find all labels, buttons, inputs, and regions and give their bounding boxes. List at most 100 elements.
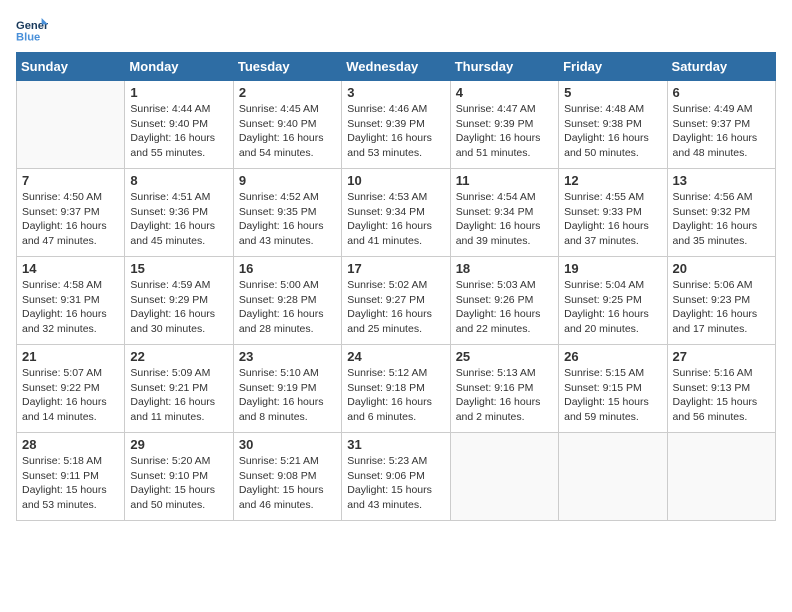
day-number: 10 [347, 173, 444, 188]
calendar-cell [559, 433, 667, 521]
day-number: 27 [673, 349, 770, 364]
day-number: 2 [239, 85, 336, 100]
calendar-header: SundayMondayTuesdayWednesdayThursdayFrid… [17, 53, 776, 81]
day-number: 12 [564, 173, 661, 188]
day-number: 16 [239, 261, 336, 276]
day-info: Sunrise: 5:13 AMSunset: 9:16 PMDaylight:… [456, 366, 553, 425]
day-info: Sunrise: 4:58 AMSunset: 9:31 PMDaylight:… [22, 278, 119, 337]
calendar-cell: 13Sunrise: 4:56 AMSunset: 9:32 PMDayligh… [667, 169, 775, 257]
calendar-cell: 5 Sunrise: 4:48 AMSunset: 9:38 PMDaylight… [559, 81, 667, 169]
calendar-cell: 26Sunrise: 5:15 AMSunset: 9:15 PMDayligh… [559, 345, 667, 433]
day-info: Sunrise: 5:16 AMSunset: 9:13 PMDaylight:… [673, 366, 770, 425]
calendar-cell: 29 Sunrise: 5:20 AMSunset: 9:10 PMDayligh… [125, 433, 233, 521]
weekday-tuesday: Tuesday [233, 53, 341, 81]
day-info: Sunrise: 5:03 AMSunset: 9:26 PMDaylight:… [456, 278, 553, 337]
day-number: 19 [564, 261, 661, 276]
day-info: Sunrise: 5:02 AMSunset: 9:27 PMDaylight:… [347, 278, 444, 337]
calendar-cell: 7 Sunrise: 4:50 AMSunset: 9:37 PMDaylight… [17, 169, 125, 257]
day-number: 11 [456, 173, 553, 188]
calendar-cell: 4 Sunrise: 4:47 AMSunset: 9:39 PMDaylight… [450, 81, 558, 169]
day-info: Sunrise: 4:48 AMSunset: 9:38 PMDaylight:… [564, 102, 661, 161]
day-number: 9 [239, 173, 336, 188]
day-info: Sunrise: 4:56 AMSunset: 9:32 PMDaylight:… [673, 190, 770, 249]
day-info: Sunrise: 5:15 AMSunset: 9:15 PMDaylight:… [564, 366, 661, 425]
calendar-cell: 11 Sunrise: 4:54 AMSunset: 9:34 PMDayligh… [450, 169, 558, 257]
day-number: 24 [347, 349, 444, 364]
calendar-cell: 14 Sunrise: 4:58 AMSunset: 9:31 PMDayligh… [17, 257, 125, 345]
day-number: 7 [22, 173, 119, 188]
calendar-cell [667, 433, 775, 521]
day-info: Sunrise: 5:04 AMSunset: 9:25 PMDaylight:… [564, 278, 661, 337]
calendar-cell: 30 Sunrise: 5:21 AMSunset: 9:08 PMDayligh… [233, 433, 341, 521]
day-number: 14 [22, 261, 119, 276]
day-number: 25 [456, 349, 553, 364]
day-info: Sunrise: 5:12 AMSunset: 9:18 PMDaylight:… [347, 366, 444, 425]
day-info: Sunrise: 4:53 AMSunset: 9:34 PMDaylight:… [347, 190, 444, 249]
calendar-cell: 28 Sunrise: 5:18 AMSunset: 9:11 PMDayligh… [17, 433, 125, 521]
calendar-cell: 20Sunrise: 5:06 AMSunset: 9:23 PMDayligh… [667, 257, 775, 345]
day-info: Sunrise: 5:07 AMSunset: 9:22 PMDaylight:… [22, 366, 119, 425]
calendar-cell [17, 81, 125, 169]
header: General Blue [16, 16, 776, 44]
calendar-cell: 23 Sunrise: 5:10 AMSunset: 9:19 PMDayligh… [233, 345, 341, 433]
weekday-sunday: Sunday [17, 53, 125, 81]
day-number: 31 [347, 437, 444, 452]
day-info: Sunrise: 5:10 AMSunset: 9:19 PMDaylight:… [239, 366, 336, 425]
day-number: 5 [564, 85, 661, 100]
day-info: Sunrise: 5:20 AMSunset: 9:10 PMDaylight:… [130, 454, 227, 513]
day-number: 1 [130, 85, 227, 100]
day-info: Sunrise: 5:23 AMSunset: 9:06 PMDaylight:… [347, 454, 444, 513]
calendar-cell: 10 Sunrise: 4:53 AMSunset: 9:34 PMDayligh… [342, 169, 450, 257]
day-info: Sunrise: 4:45 AMSunset: 9:40 PMDaylight:… [239, 102, 336, 161]
calendar-cell: 17 Sunrise: 5:02 AMSunset: 9:27 PMDayligh… [342, 257, 450, 345]
calendar-cell: 27 Sunrise: 5:16 AMSunset: 9:13 PMDayligh… [667, 345, 775, 433]
day-number: 15 [130, 261, 227, 276]
day-number: 4 [456, 85, 553, 100]
day-number: 3 [347, 85, 444, 100]
weekday-header-row: SundayMondayTuesdayWednesdayThursdayFrid… [17, 53, 776, 81]
week-row-3: 14 Sunrise: 4:58 AMSunset: 9:31 PMDayligh… [17, 257, 776, 345]
calendar-cell: 15Sunrise: 4:59 AMSunset: 9:29 PMDayligh… [125, 257, 233, 345]
logo: General Blue [16, 16, 52, 44]
weekday-wednesday: Wednesday [342, 53, 450, 81]
day-info: Sunrise: 5:00 AMSunset: 9:28 PMDaylight:… [239, 278, 336, 337]
day-info: Sunrise: 4:55 AMSunset: 9:33 PMDaylight:… [564, 190, 661, 249]
calendar-table: SundayMondayTuesdayWednesdayThursdayFrid… [16, 52, 776, 521]
day-info: Sunrise: 5:18 AMSunset: 9:11 PMDaylight:… [22, 454, 119, 513]
day-number: 17 [347, 261, 444, 276]
day-info: Sunrise: 4:50 AMSunset: 9:37 PMDaylight:… [22, 190, 119, 249]
calendar-cell: 16 Sunrise: 5:00 AMSunset: 9:28 PMDayligh… [233, 257, 341, 345]
week-row-4: 21 Sunrise: 5:07 AMSunset: 9:22 PMDayligh… [17, 345, 776, 433]
week-row-1: 1 Sunrise: 4:44 AMSunset: 9:40 PMDaylight… [17, 81, 776, 169]
day-info: Sunrise: 4:49 AMSunset: 9:37 PMDaylight:… [673, 102, 770, 161]
weekday-saturday: Saturday [667, 53, 775, 81]
calendar-cell: 18Sunrise: 5:03 AMSunset: 9:26 PMDayligh… [450, 257, 558, 345]
calendar-cell: 3 Sunrise: 4:46 AMSunset: 9:39 PMDaylight… [342, 81, 450, 169]
day-number: 30 [239, 437, 336, 452]
day-number: 6 [673, 85, 770, 100]
calendar-cell: 12 Sunrise: 4:55 AMSunset: 9:33 PMDayligh… [559, 169, 667, 257]
day-info: Sunrise: 5:21 AMSunset: 9:08 PMDaylight:… [239, 454, 336, 513]
calendar-cell: 19 Sunrise: 5:04 AMSunset: 9:25 PMDayligh… [559, 257, 667, 345]
calendar-cell: 21 Sunrise: 5:07 AMSunset: 9:22 PMDayligh… [17, 345, 125, 433]
day-number: 21 [22, 349, 119, 364]
day-info: Sunrise: 4:54 AMSunset: 9:34 PMDaylight:… [456, 190, 553, 249]
day-info: Sunrise: 5:06 AMSunset: 9:23 PMDaylight:… [673, 278, 770, 337]
calendar-cell: 25 Sunrise: 5:13 AMSunset: 9:16 PMDayligh… [450, 345, 558, 433]
day-number: 29 [130, 437, 227, 452]
day-info: Sunrise: 4:46 AMSunset: 9:39 PMDaylight:… [347, 102, 444, 161]
day-info: Sunrise: 4:44 AMSunset: 9:40 PMDaylight:… [130, 102, 227, 161]
day-info: Sunrise: 5:09 AMSunset: 9:21 PMDaylight:… [130, 366, 227, 425]
day-info: Sunrise: 4:51 AMSunset: 9:36 PMDaylight:… [130, 190, 227, 249]
logo-icon: General Blue [16, 16, 48, 44]
day-number: 28 [22, 437, 119, 452]
day-info: Sunrise: 4:52 AMSunset: 9:35 PMDaylight:… [239, 190, 336, 249]
day-info: Sunrise: 4:47 AMSunset: 9:39 PMDaylight:… [456, 102, 553, 161]
week-row-2: 7 Sunrise: 4:50 AMSunset: 9:37 PMDaylight… [17, 169, 776, 257]
calendar-cell: 6 Sunrise: 4:49 AMSunset: 9:37 PMDaylight… [667, 81, 775, 169]
week-row-5: 28 Sunrise: 5:18 AMSunset: 9:11 PMDayligh… [17, 433, 776, 521]
calendar-cell: 2 Sunrise: 4:45 AMSunset: 9:40 PMDaylight… [233, 81, 341, 169]
calendar-cell: 1 Sunrise: 4:44 AMSunset: 9:40 PMDaylight… [125, 81, 233, 169]
calendar-cell: 31 Sunrise: 5:23 AMSunset: 9:06 PMDayligh… [342, 433, 450, 521]
day-number: 23 [239, 349, 336, 364]
